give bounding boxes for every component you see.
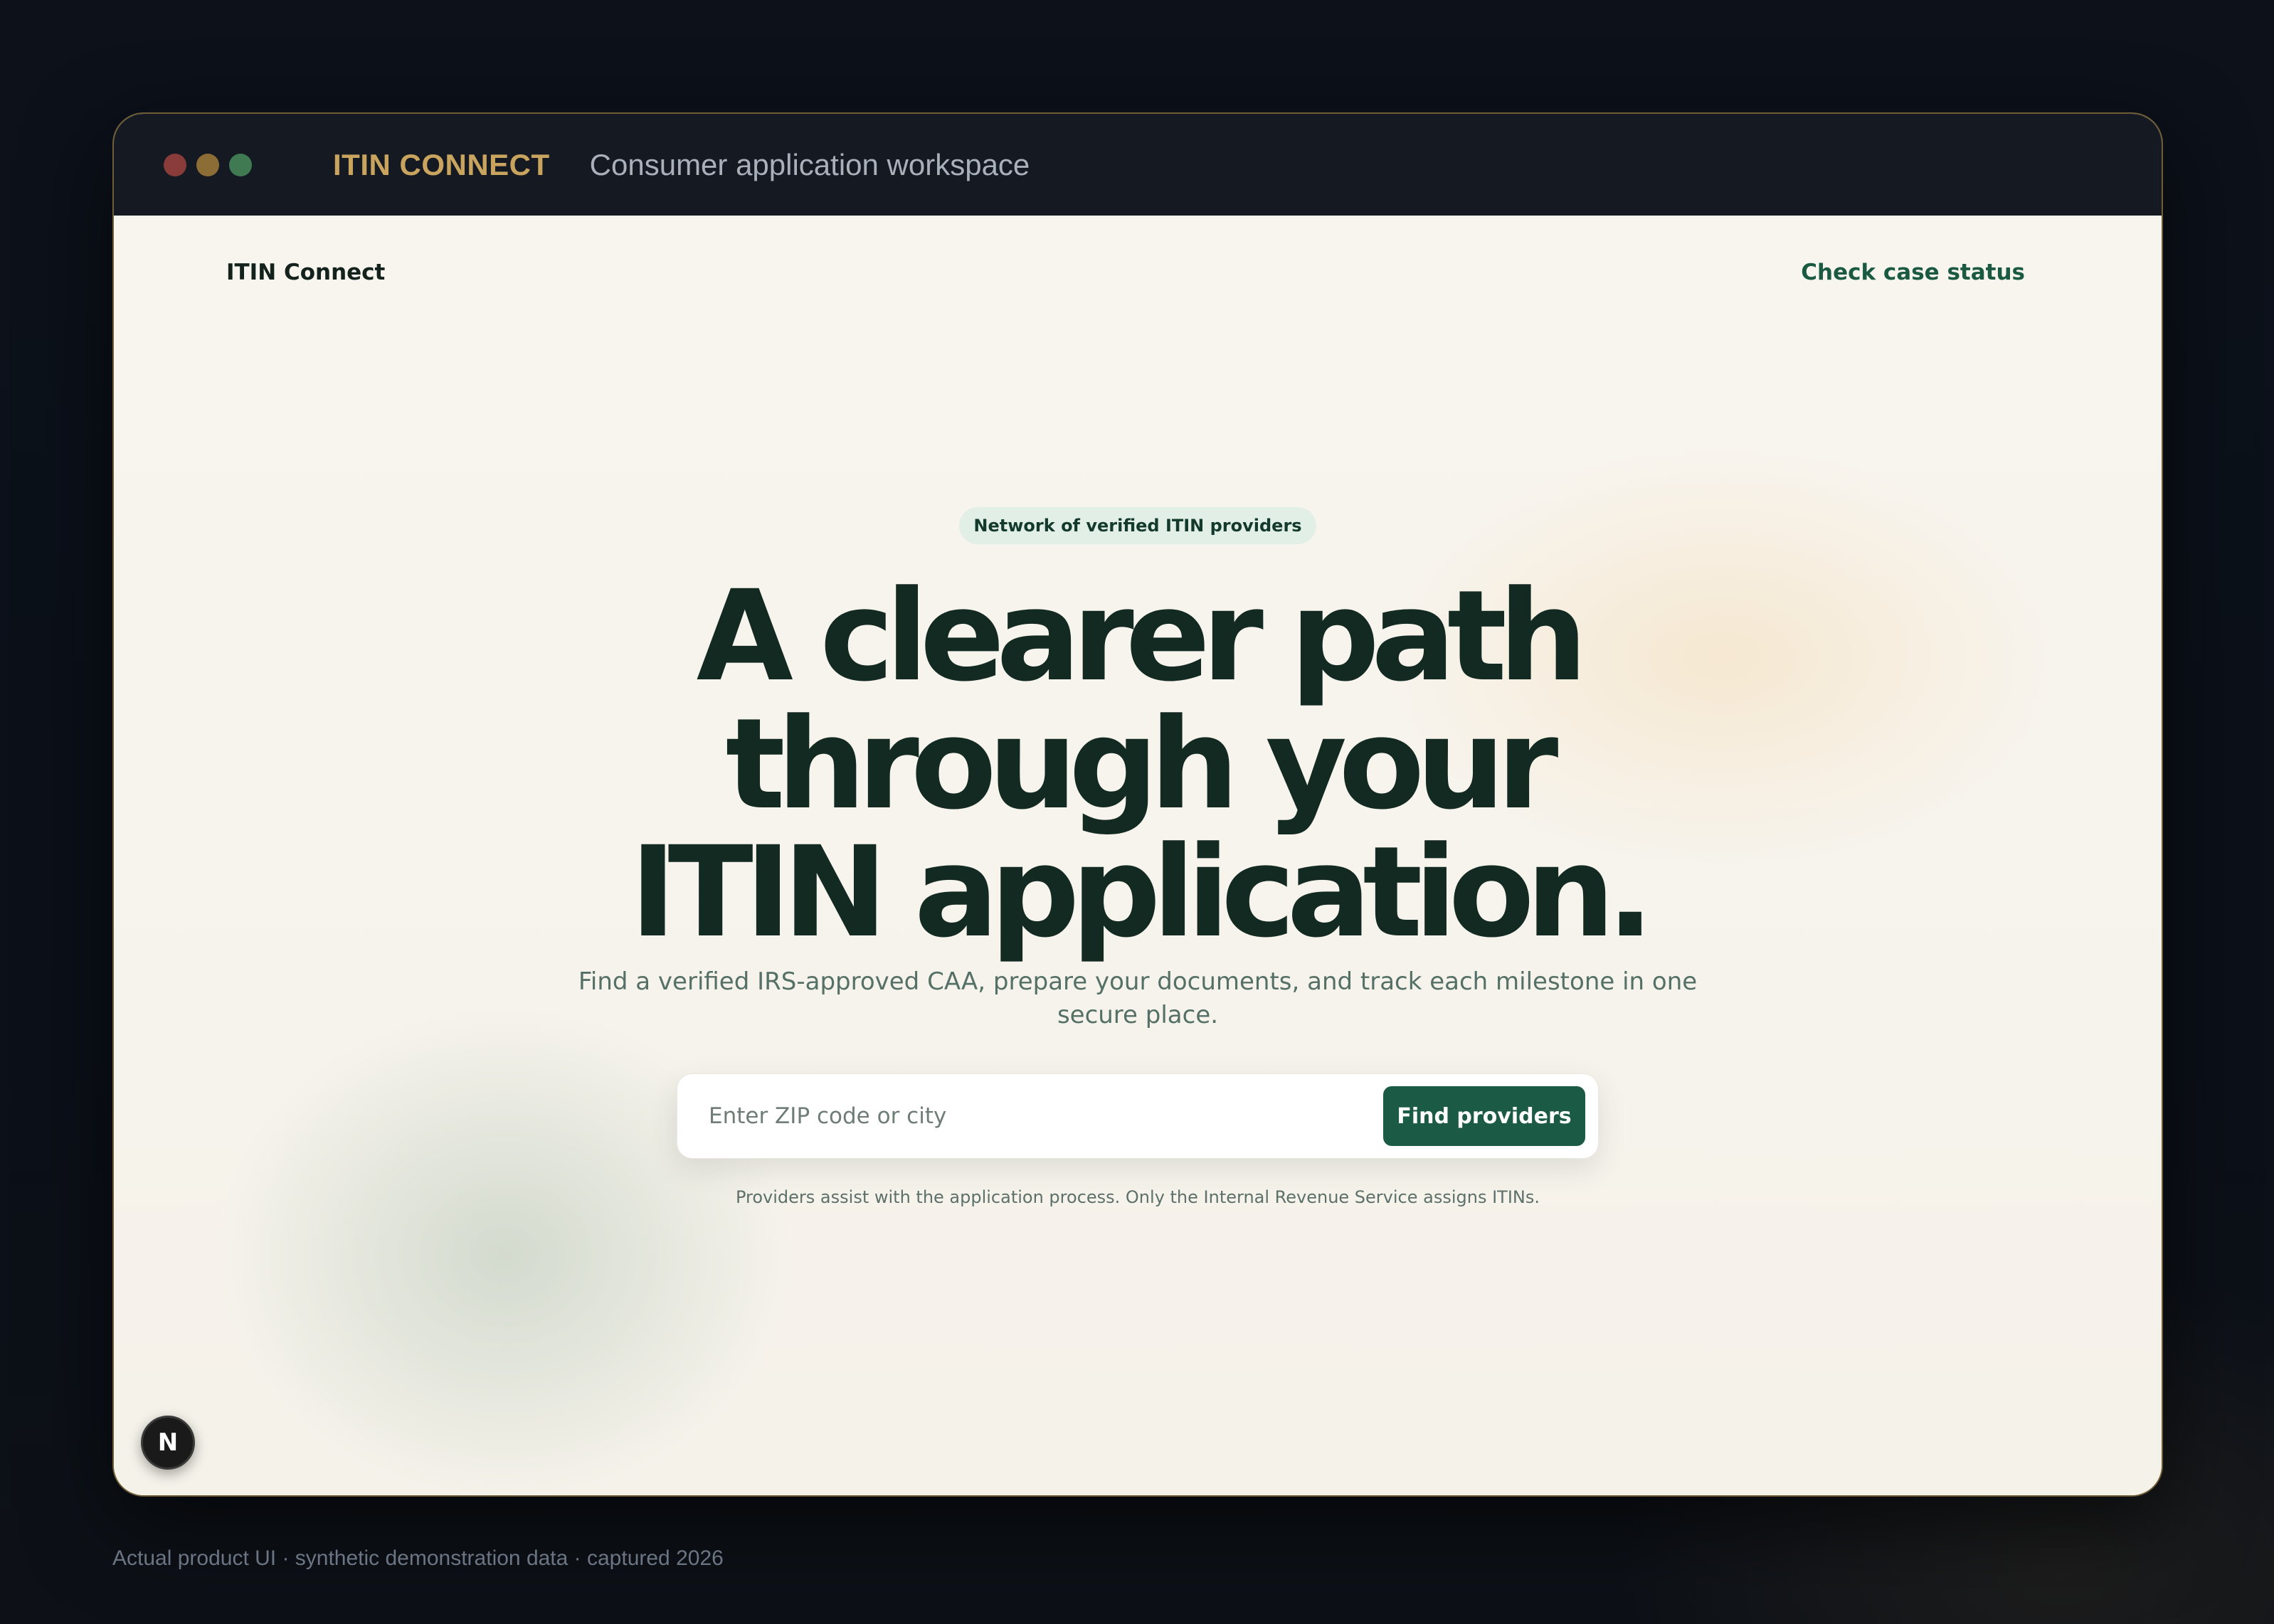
- verified-network-badge: Network of verified ITIN providers: [959, 507, 1316, 544]
- site-name[interactable]: ITIN Connect: [226, 260, 385, 285]
- hero-description: Find a verified IRS-approved CAA, prepar…: [578, 967, 1698, 1029]
- dev-tools-badge[interactable]: N: [141, 1416, 195, 1470]
- hero-headline: A clearer path through your ITIN applica…: [630, 563, 1654, 965]
- screenshot-caption: Actual product UI · synthetic demonstrat…: [112, 1546, 724, 1570]
- disclaimer-note: Providers assist with the application pr…: [735, 1187, 1540, 1207]
- find-providers-button[interactable]: Find providers: [1383, 1086, 1585, 1146]
- minimize-window-dot[interactable]: [196, 153, 219, 176]
- zip-city-input[interactable]: [707, 1103, 1383, 1130]
- maximize-window-dot[interactable]: [229, 153, 252, 176]
- landing-page: ITIN Connect Check case status Network o…: [114, 216, 2162, 1495]
- close-window-dot[interactable]: [164, 153, 186, 176]
- window-controls: [164, 153, 252, 176]
- check-case-status-link[interactable]: Check case status: [1801, 260, 2025, 285]
- titlebar-subtitle: Consumer application workspace: [589, 147, 1030, 181]
- titlebar-brand: ITIN CONNECT: [333, 147, 550, 181]
- window-titlebar: ITIN CONNECT Consumer application worksp…: [114, 114, 2162, 216]
- provider-search-bar: Find providers: [677, 1073, 1599, 1159]
- app-window: ITIN CONNECT Consumer application worksp…: [112, 112, 2163, 1497]
- hero-section: Network of verified ITIN providers A cle…: [114, 507, 2162, 1207]
